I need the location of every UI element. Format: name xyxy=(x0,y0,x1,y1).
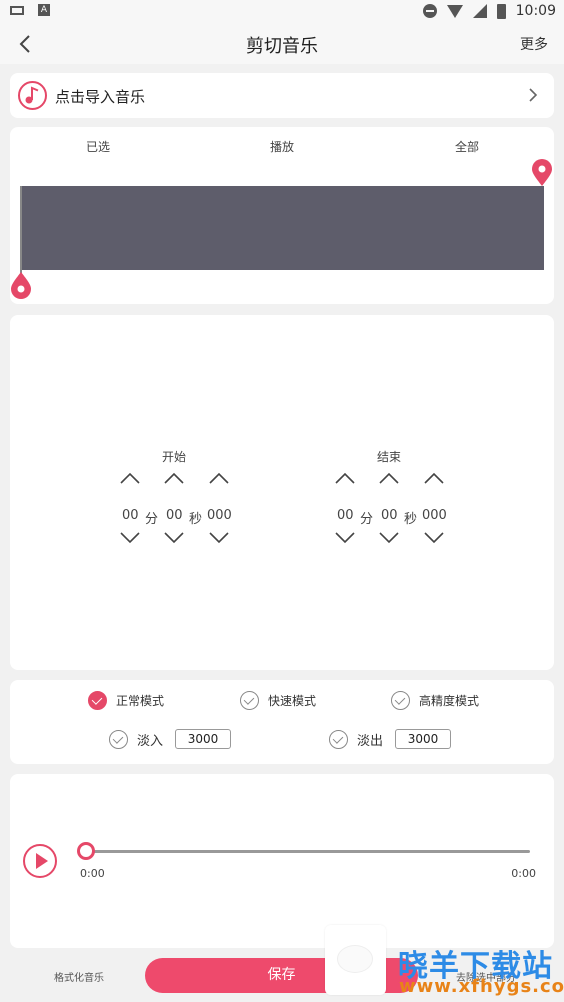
start-time-group: 开始 00 分 00 秒 000 xyxy=(109,448,239,547)
status-time: 10:09 xyxy=(515,3,556,19)
end-min-up-icon[interactable] xyxy=(335,471,355,485)
start-sec-unit: 秒 xyxy=(189,512,203,527)
status-bar: A 10:09 xyxy=(0,0,564,24)
tab-play[interactable]: 播放 xyxy=(270,138,294,155)
battery-icon xyxy=(496,3,506,19)
start-min-value: 00 xyxy=(122,508,139,523)
fade-out-input[interactable]: 3000 xyxy=(395,729,452,749)
checked-icon xyxy=(88,691,107,710)
fade-in-option[interactable]: 淡入 3000 xyxy=(109,729,232,749)
page-title: 剪切音乐 xyxy=(246,36,318,57)
end-min-value: 00 xyxy=(337,508,354,523)
start-min-down-icon[interactable] xyxy=(120,531,140,545)
format-music-button[interactable]: 格式化音乐 xyxy=(54,969,104,984)
end-title: 结束 xyxy=(376,450,401,464)
end-ms-up-icon[interactable] xyxy=(424,471,444,485)
end-marker-pin-icon[interactable] xyxy=(531,159,553,187)
mode-normal-option[interactable]: 正常模式 xyxy=(88,691,164,710)
waveform-area[interactable] xyxy=(22,186,544,270)
start-marker-pin-icon[interactable] xyxy=(10,271,32,299)
keyboard-icon xyxy=(10,5,24,15)
sheep-icon xyxy=(337,945,373,973)
start-ms-value: 000 xyxy=(207,508,232,523)
start-ms-down-icon[interactable] xyxy=(209,531,229,545)
more-button[interactable]: 更多 xyxy=(520,34,548,54)
start-sec-value: 00 xyxy=(166,508,183,523)
watermark-url: www.xfhygs.com xyxy=(399,976,564,997)
tab-selected[interactable]: 已选 xyxy=(86,138,110,155)
import-music-row[interactable]: 点击导入音乐 xyxy=(10,73,554,118)
end-ms-down-icon[interactable] xyxy=(424,531,444,545)
wifi-icon xyxy=(446,4,463,18)
progress-track[interactable] xyxy=(86,850,530,853)
end-sec-down-icon[interactable] xyxy=(379,531,399,545)
end-ms-value: 000 xyxy=(422,508,447,523)
progress-thumb[interactable] xyxy=(77,842,95,860)
player-panel: 0:00 0:00 xyxy=(10,774,554,948)
start-ms-up-icon[interactable] xyxy=(209,471,229,485)
mode-precise-label: 高精度模式 xyxy=(419,694,480,708)
check-circle-icon xyxy=(240,691,259,710)
chevron-right-icon xyxy=(529,88,538,102)
mode-fast-label: 快速模式 xyxy=(268,694,317,708)
fade-in-label: 淡入 xyxy=(137,733,164,749)
a-icon: A xyxy=(38,4,50,16)
check-circle-icon xyxy=(329,729,348,749)
start-title: 开始 xyxy=(161,450,186,464)
start-min-unit: 分 xyxy=(145,512,159,527)
music-note-icon xyxy=(18,81,47,110)
fade-out-label: 淡出 xyxy=(357,733,384,749)
fade-out-option[interactable]: 淡出 3000 xyxy=(329,729,452,749)
check-circle-icon xyxy=(391,691,410,710)
play-button[interactable] xyxy=(23,844,57,878)
total-time: 0:00 xyxy=(511,867,536,880)
top-bar: 剪切音乐 更多 xyxy=(0,24,564,64)
mode-normal-label: 正常模式 xyxy=(116,694,165,708)
do-not-disturb-icon xyxy=(422,4,437,18)
mode-panel: 正常模式 快速模式 高精度模式 淡入 3000 淡出 3000 xyxy=(10,680,554,764)
start-sec-down-icon[interactable] xyxy=(164,531,184,545)
current-time: 0:00 xyxy=(80,867,105,880)
fade-in-input[interactable]: 3000 xyxy=(175,729,232,749)
end-sec-up-icon[interactable] xyxy=(379,471,399,485)
mode-fast-option[interactable]: 快速模式 xyxy=(240,691,316,710)
import-music-label: 点击导入音乐 xyxy=(55,88,146,106)
end-sec-unit: 秒 xyxy=(404,512,418,527)
end-sec-value: 00 xyxy=(381,508,398,523)
check-circle-icon xyxy=(109,729,128,749)
watermark-logo xyxy=(325,925,386,995)
end-min-unit: 分 xyxy=(360,512,374,527)
end-time-group: 结束 00 分 00 秒 000 xyxy=(324,448,454,547)
signal-icon xyxy=(472,4,487,18)
start-sec-up-icon[interactable] xyxy=(164,471,184,485)
mode-precise-option[interactable]: 高精度模式 xyxy=(391,691,479,710)
waveform-panel: 已选 播放 全部 xyxy=(10,127,554,304)
tab-all[interactable]: 全部 xyxy=(455,138,479,155)
end-min-down-icon[interactable] xyxy=(335,531,355,545)
time-setting-panel: 开始 00 分 00 秒 000 结束 00 分 00 秒 000 xyxy=(10,315,554,670)
start-min-up-icon[interactable] xyxy=(120,471,140,485)
